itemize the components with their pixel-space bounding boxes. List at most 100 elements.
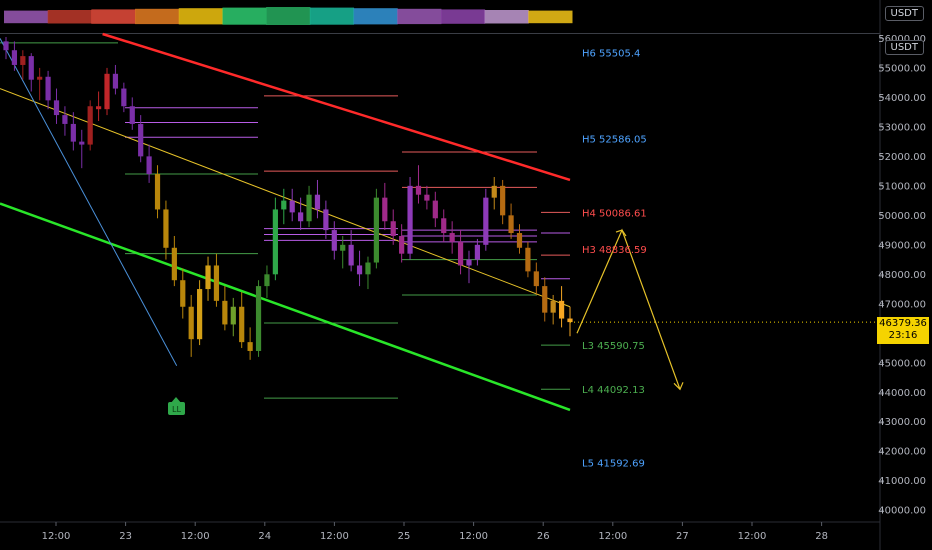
candle-body[interactable] bbox=[146, 156, 152, 175]
y-tick-label: 42000.00 bbox=[878, 447, 926, 458]
candle-body[interactable] bbox=[356, 265, 363, 275]
candle-body[interactable] bbox=[11, 50, 18, 65]
candle-body[interactable] bbox=[340, 244, 346, 251]
y-tick-label: 41000.00 bbox=[878, 476, 926, 487]
y-tick-label: 55000.00 bbox=[878, 63, 926, 74]
indicator-band-segment bbox=[353, 8, 398, 25]
candle-body[interactable] bbox=[558, 300, 565, 319]
candle-body[interactable] bbox=[247, 342, 253, 351]
candle-body[interactable] bbox=[95, 106, 102, 110]
candle-body[interactable] bbox=[239, 306, 245, 343]
candle-body[interactable] bbox=[171, 247, 177, 281]
y-tick-label: 47000.00 bbox=[878, 299, 926, 310]
candle-body[interactable] bbox=[188, 306, 194, 340]
candle-body[interactable] bbox=[104, 73, 110, 110]
candle-body[interactable] bbox=[129, 106, 135, 124]
indicator-band-segment bbox=[222, 7, 267, 25]
indicator-band-segment bbox=[178, 8, 223, 25]
candle-body[interactable] bbox=[449, 233, 455, 242]
y-tick-label: 51000.00 bbox=[878, 181, 926, 192]
candle-body[interactable] bbox=[466, 259, 472, 266]
candle-body[interactable] bbox=[365, 262, 371, 275]
candle-body[interactable] bbox=[491, 185, 497, 198]
candle-body[interactable] bbox=[525, 247, 531, 272]
candle-body[interactable] bbox=[3, 41, 9, 51]
candle-body[interactable] bbox=[230, 306, 236, 325]
indicator-band-segment bbox=[484, 10, 529, 24]
candle-body[interactable] bbox=[390, 221, 396, 236]
x-tick-label: 12:00 bbox=[181, 531, 210, 542]
candle-body[interactable] bbox=[255, 286, 262, 351]
signal-badge-label: LL bbox=[172, 405, 181, 414]
candle-body[interactable] bbox=[373, 197, 379, 263]
candle-body[interactable] bbox=[281, 200, 287, 210]
candle-body[interactable] bbox=[45, 76, 51, 101]
candle-body[interactable] bbox=[542, 286, 548, 313]
candle-body[interactable] bbox=[331, 230, 337, 251]
candle-body[interactable] bbox=[79, 141, 85, 145]
candle-body[interactable] bbox=[163, 209, 169, 248]
pivot-label: L5 41592.69 bbox=[582, 459, 645, 470]
candle-body[interactable] bbox=[87, 106, 93, 145]
candle-body[interactable] bbox=[508, 215, 514, 234]
trend-line[interactable] bbox=[0, 38, 178, 366]
candle-body[interactable] bbox=[138, 123, 144, 157]
candle-body[interactable] bbox=[457, 241, 464, 266]
x-tick-label: 12:00 bbox=[320, 531, 349, 542]
last-price-value: 46379.36 bbox=[879, 318, 927, 329]
currency-badge-axis[interactable]: USDT bbox=[884, 40, 924, 55]
pivot-label: L4 44092.13 bbox=[582, 385, 645, 396]
candle-body[interactable] bbox=[37, 76, 43, 80]
trend-line[interactable] bbox=[102, 32, 571, 182]
candle-body[interactable] bbox=[314, 194, 321, 210]
candle-body[interactable] bbox=[415, 185, 422, 195]
candle-body[interactable] bbox=[154, 174, 161, 210]
currency-badge-top[interactable]: USDT bbox=[884, 6, 924, 21]
candle-body[interactable] bbox=[70, 123, 76, 142]
candle-body[interactable] bbox=[407, 185, 413, 254]
candle-body[interactable] bbox=[20, 56, 26, 65]
candle-body[interactable] bbox=[222, 300, 228, 325]
candle-body[interactable] bbox=[323, 209, 329, 231]
y-tick-label: 45000.00 bbox=[878, 358, 926, 369]
x-tick-label: 12:00 bbox=[42, 531, 71, 542]
candle-body[interactable] bbox=[382, 197, 388, 222]
price-chart[interactable]: 56000.0055000.0054000.0053000.0052000.00… bbox=[0, 0, 932, 550]
candle-body[interactable] bbox=[213, 265, 220, 301]
candle-body[interactable] bbox=[205, 265, 211, 290]
x-tick-label: 12:00 bbox=[738, 531, 767, 542]
candle-body[interactable] bbox=[306, 194, 312, 222]
candle-body[interactable] bbox=[180, 280, 186, 307]
candle-body[interactable] bbox=[399, 235, 405, 254]
candle-body[interactable] bbox=[28, 56, 34, 80]
candle-body[interactable] bbox=[500, 185, 506, 216]
candle-body[interactable] bbox=[348, 244, 354, 266]
candle-body[interactable] bbox=[264, 274, 270, 287]
candle-body[interactable] bbox=[424, 194, 430, 201]
pivot-label: H4 50086.61 bbox=[582, 208, 647, 219]
candle-body[interactable] bbox=[567, 318, 573, 323]
candle-body[interactable] bbox=[441, 218, 447, 234]
candle-body[interactable] bbox=[197, 289, 203, 340]
indicator-band-segment bbox=[397, 8, 442, 25]
candle-body[interactable] bbox=[483, 197, 489, 245]
x-tick-label: 23 bbox=[119, 531, 132, 542]
candle-body[interactable] bbox=[432, 200, 438, 219]
candle-body[interactable] bbox=[121, 88, 127, 107]
candle-body[interactable] bbox=[298, 212, 304, 222]
candle-body[interactable] bbox=[533, 271, 539, 287]
candle-body[interactable] bbox=[516, 233, 523, 248]
x-tick-label: 24 bbox=[258, 531, 271, 542]
candle-body[interactable] bbox=[550, 300, 556, 313]
candle-body[interactable] bbox=[112, 73, 119, 89]
pivot-label: L3 45590.75 bbox=[582, 341, 645, 352]
candle-body[interactable] bbox=[474, 244, 481, 260]
y-tick-label: 49000.00 bbox=[878, 240, 926, 251]
candle-body[interactable] bbox=[62, 115, 68, 124]
bar-countdown: 23:16 bbox=[888, 330, 918, 341]
candle-body[interactable] bbox=[272, 209, 278, 275]
candle-body[interactable] bbox=[289, 200, 295, 213]
y-tick-label: 53000.00 bbox=[878, 122, 926, 133]
y-tick-label: 43000.00 bbox=[878, 417, 926, 428]
candle-body[interactable] bbox=[53, 100, 60, 116]
